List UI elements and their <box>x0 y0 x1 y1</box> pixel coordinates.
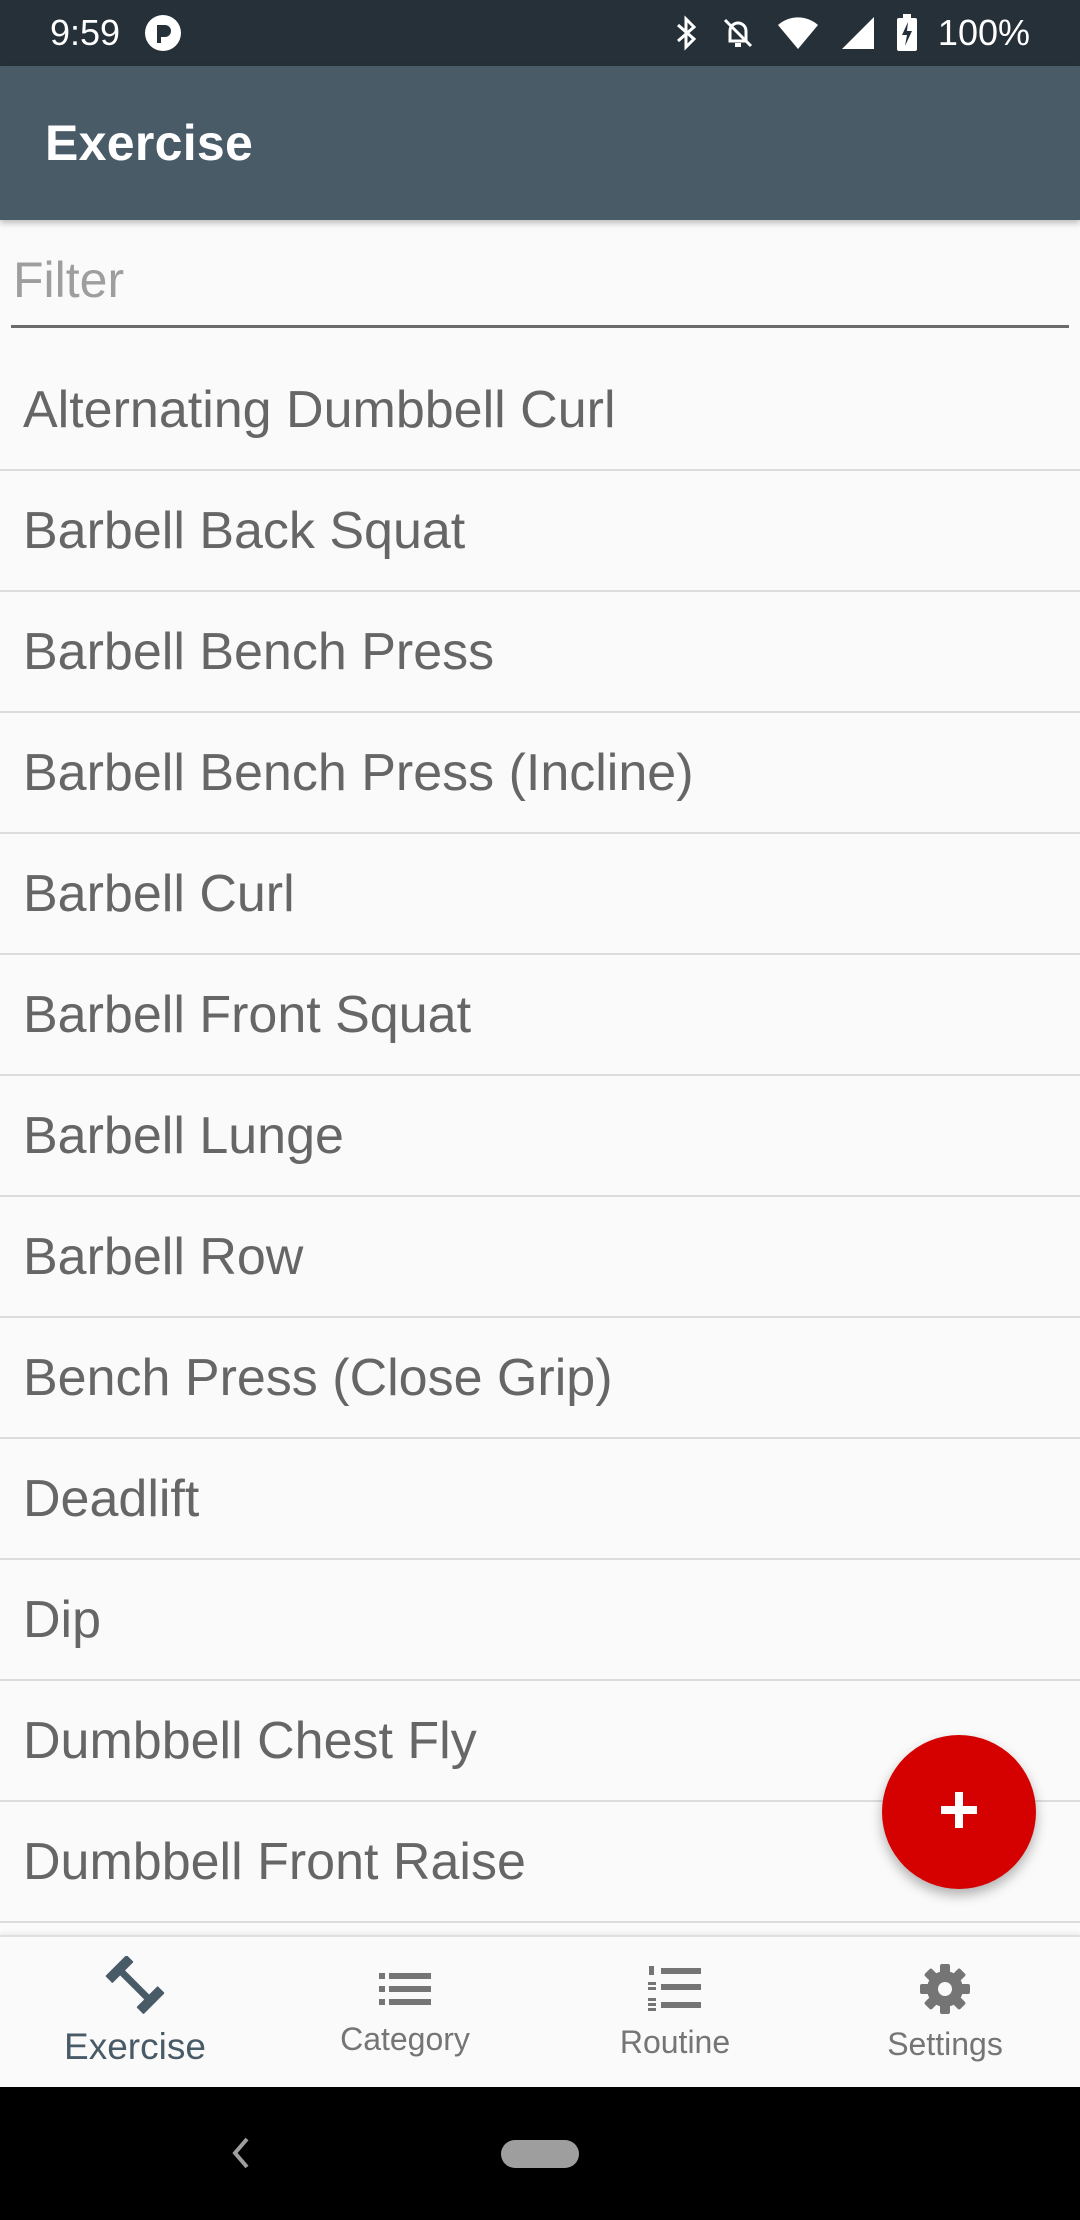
nav-label-routine: Routine <box>619 2023 731 2060</box>
exercise-name: Barbell Curl <box>23 864 295 923</box>
exercise-name: Barbell Lunge <box>23 1106 344 1165</box>
nav-label-category: Category <box>340 2020 470 2057</box>
filter-input[interactable] <box>11 240 1069 328</box>
nav-item-exercise[interactable]: Exercise <box>0 1937 270 2087</box>
list-item[interactable]: Barbell Bench Press (Incline) <box>0 713 1080 834</box>
exercise-name: Alternating Dumbbell Curl <box>23 380 616 439</box>
list-item[interactable]: Barbell Row <box>0 1197 1080 1318</box>
list-item[interactable]: Barbell Lunge <box>0 1076 1080 1197</box>
nav-item-settings[interactable]: Settings <box>810 1937 1080 2087</box>
dumbbell-icon <box>105 1956 165 2016</box>
exercise-name: Dumbbell Front Raise <box>23 1832 526 1891</box>
gear-icon <box>918 1962 972 2016</box>
exercise-name: Bench Press (Close Grip) <box>23 1348 613 1407</box>
list-item[interactable]: Deadlift <box>0 1439 1080 1560</box>
add-exercise-button[interactable] <box>882 1735 1036 1889</box>
exercise-name: Barbell Bench Press (Incline) <box>23 743 694 802</box>
exercise-name: Barbell Back Squat <box>23 501 466 560</box>
nav-item-routine[interactable]: Routine <box>540 1937 810 2087</box>
app-bar: Exercise <box>0 66 1080 220</box>
list-icon <box>377 1967 433 2011</box>
bottom-nav: Exercise Category Routine Settings <box>0 1935 1080 2087</box>
battery-percent: 100% <box>937 12 1030 53</box>
list-item[interactable]: Barbell Front Squat <box>0 955 1080 1076</box>
home-pill-button[interactable] <box>501 2140 579 2168</box>
battery-charging-icon <box>896 14 918 52</box>
list-item[interactable]: Bench Press (Close Grip) <box>0 1318 1080 1439</box>
exercise-name: Deadlift <box>23 1469 200 1528</box>
page-title: Exercise <box>45 115 254 171</box>
notification-app-icon <box>144 14 182 52</box>
nav-label-settings: Settings <box>887 2025 1003 2062</box>
system-nav-bar <box>0 2087 1080 2220</box>
status-left: 9:59 <box>50 12 182 54</box>
list-item[interactable]: Barbell Bench Press <box>0 592 1080 713</box>
exercise-name: Barbell Bench Press <box>23 622 495 681</box>
status-time: 9:59 <box>50 12 121 53</box>
signal-icon <box>840 15 876 51</box>
status-bar: 9:59 100% <box>0 0 1080 66</box>
numbered-list-icon <box>647 1964 703 2014</box>
screen: 9:59 100% Exercise Filter Alternating Du… <box>0 0 1080 2220</box>
list-item[interactable]: Barbell Back Squat <box>0 471 1080 592</box>
do-not-disturb-icon <box>720 15 756 51</box>
bluetooth-icon <box>674 15 700 51</box>
filter-container <box>11 240 1069 330</box>
nav-item-category[interactable]: Category <box>270 1937 540 2087</box>
plus-icon <box>939 1790 979 1835</box>
exercise-name: Dip <box>23 1590 102 1649</box>
exercise-name: Dumbbell Chest Fly <box>23 1711 477 1770</box>
exercise-name: Barbell Front Squat <box>23 985 472 1044</box>
back-icon[interactable] <box>225 2133 255 2173</box>
list-item[interactable]: Alternating Dumbbell Curl <box>0 350 1080 471</box>
status-right: 100% <box>674 12 1030 54</box>
wifi-icon <box>776 15 820 51</box>
nav-label-exercise: Exercise <box>64 2026 206 2067</box>
exercise-name: Barbell Row <box>23 1227 304 1286</box>
exercise-list: Alternating Dumbbell Curl Barbell Back S… <box>0 350 1080 1935</box>
list-item[interactable]: Dip <box>0 1560 1080 1681</box>
list-item[interactable]: Barbell Curl <box>0 834 1080 955</box>
